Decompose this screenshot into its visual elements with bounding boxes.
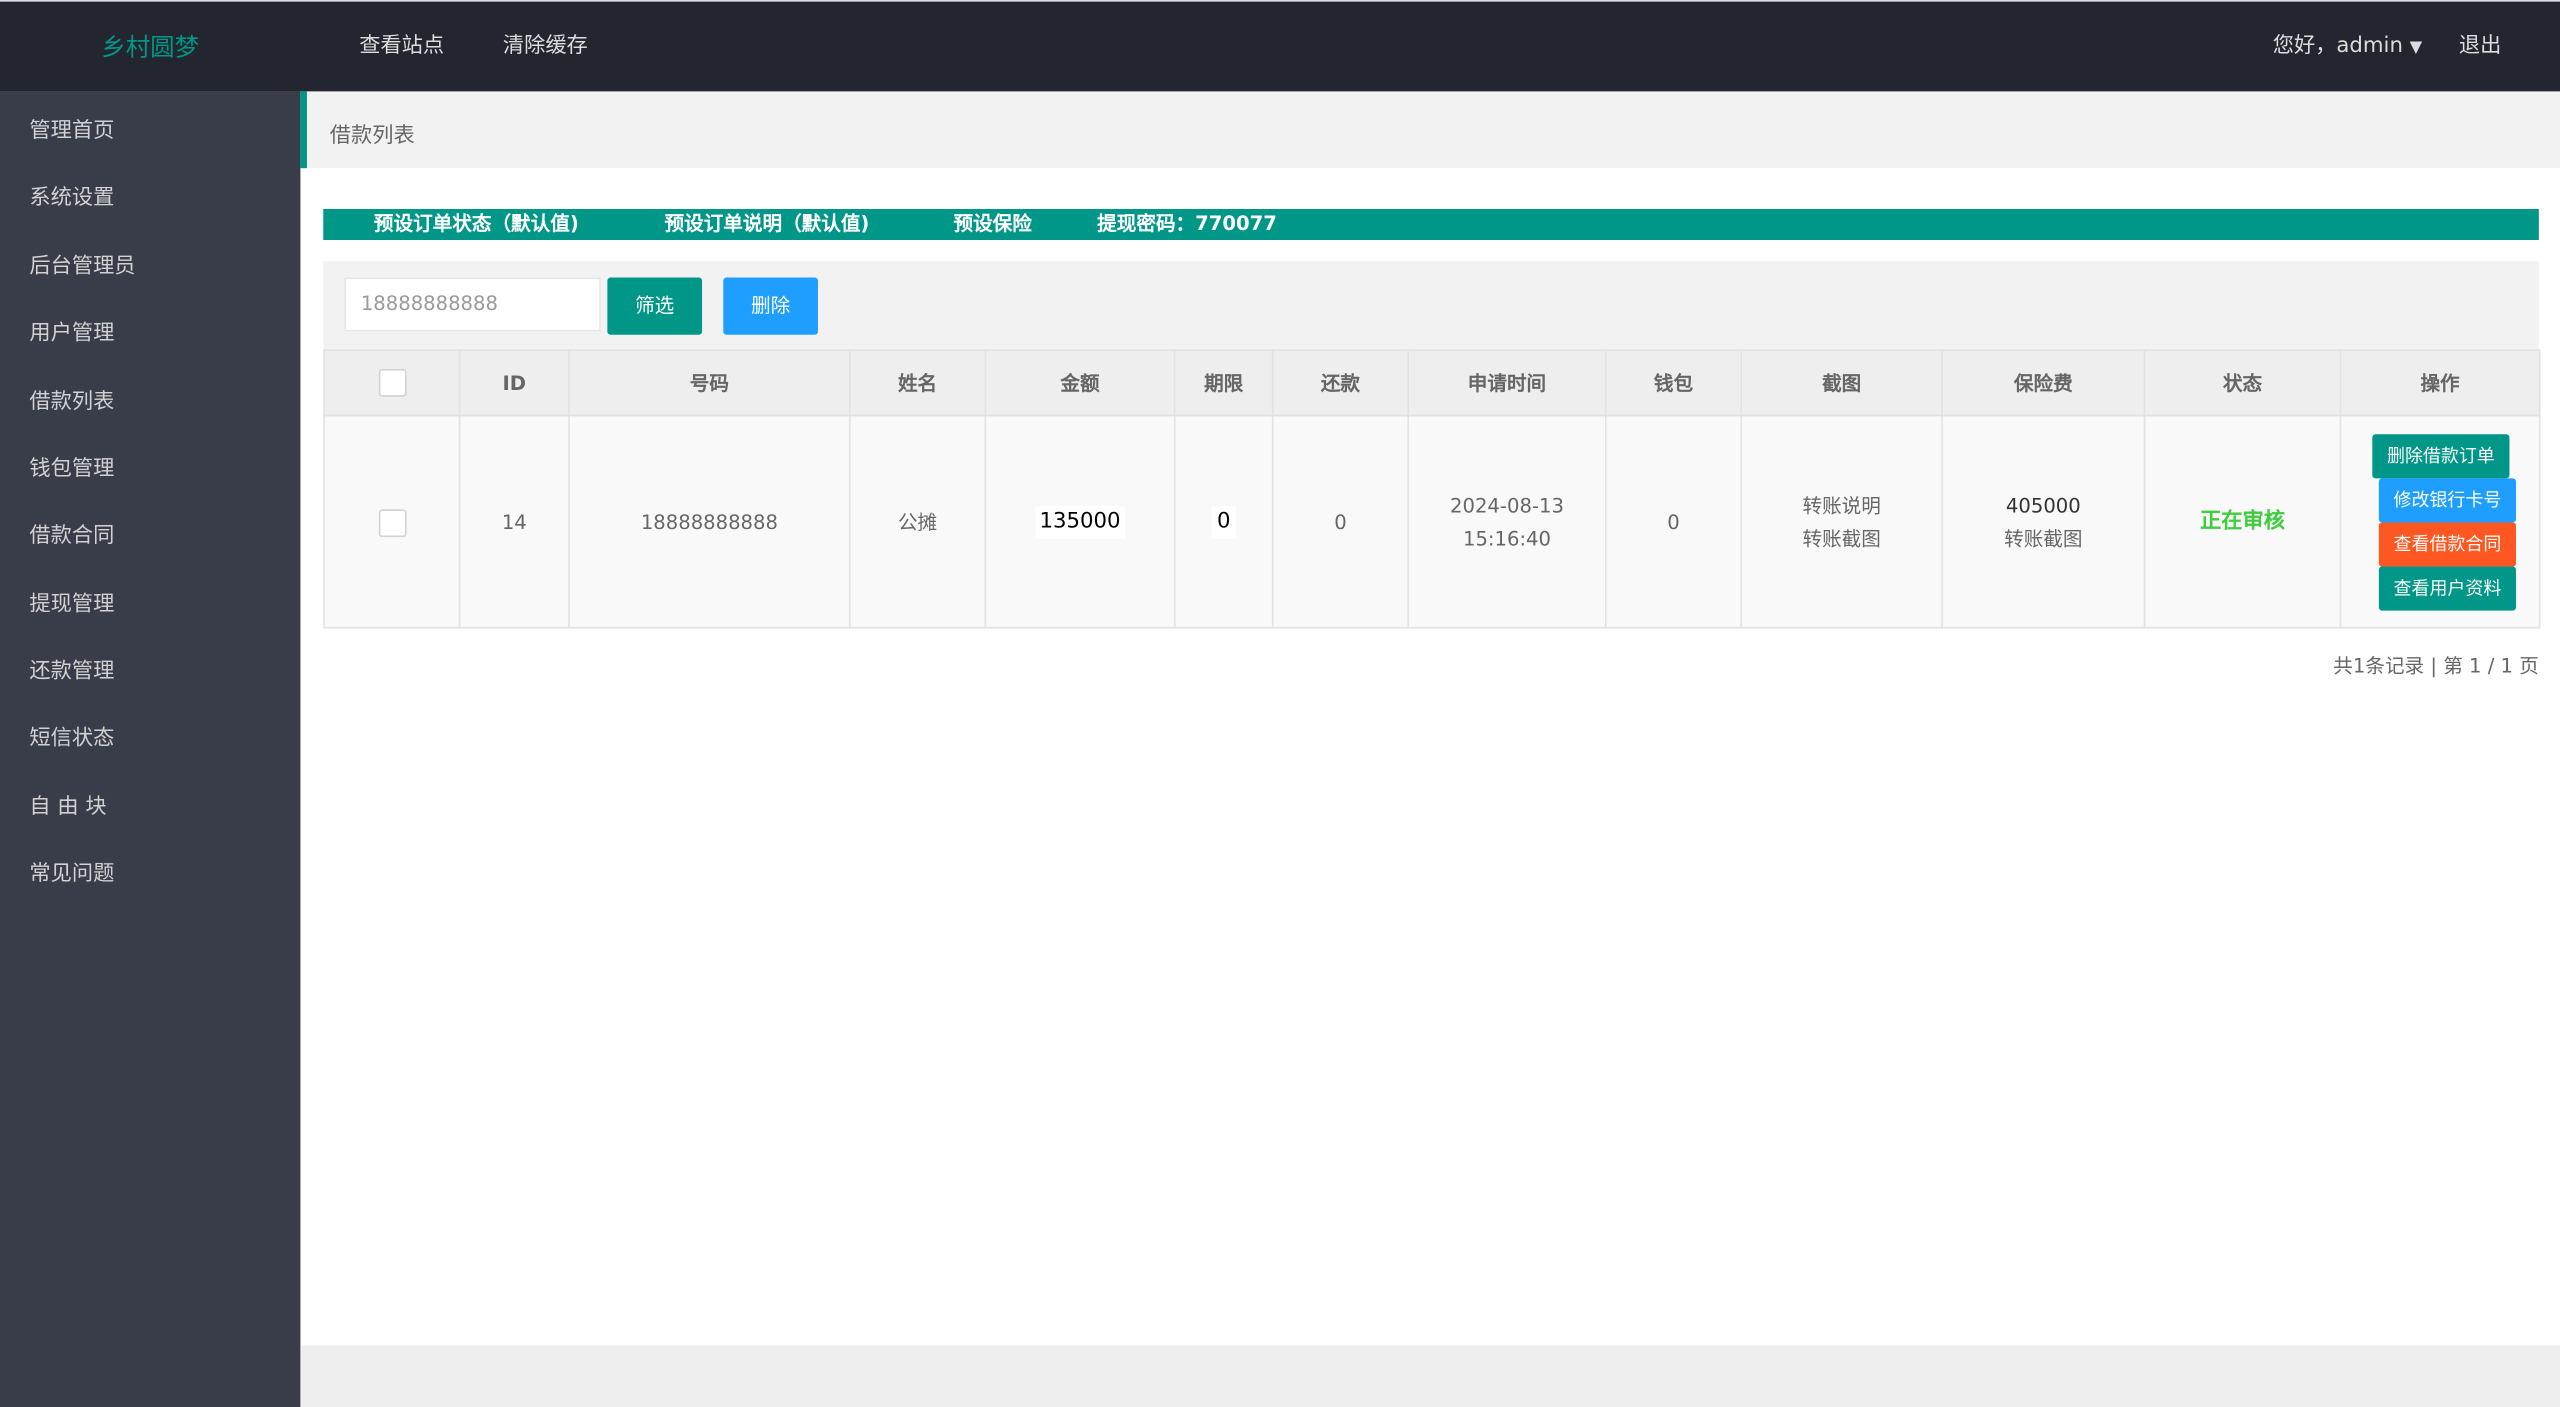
caret-down-icon: ▼ [2409,39,2423,58]
select-all-checkbox[interactable] [377,368,406,397]
transfer-screenshot-link[interactable]: 转账截图 [1744,522,1940,555]
cell-apply-time: 2024-08-13 15:16:40 [1407,414,1607,629]
col-actions: 操作 [2339,349,2541,417]
filter-bar: 18888888888 筛选 删除 [323,261,2539,350]
edit-bank-card-button[interactable]: 修改银行卡号 [2378,477,2516,522]
col-wallet: 钱包 [1604,349,1743,417]
logout-link[interactable]: 退出 [2459,2,2501,93]
top-header: 乡村圆梦 查看站点 清除缓存 您好，admin ▼ 退出 [0,0,2560,93]
table-header-row: ID 号码 姓名 金额 期限 还款 申请时间 钱包 截图 保险费 状态 操作 [323,349,2541,417]
logo[interactable]: 乡村圆梦 [0,2,300,93]
cell-phone: 18888888888 [568,414,851,629]
pagination-info: 共1条记录 | 第 1 / 1 页 [2333,654,2539,678]
preset-insurance-link[interactable]: 预设保险 [953,209,1031,240]
amount-input[interactable]: 135000 [1034,506,1126,539]
sidebar: 管理首页 系统设置 后台管理员 用户管理 借款列表 钱包管理 借款合同 提现管理… [0,91,301,1407]
delete-button[interactable]: 删除 [723,277,818,335]
loan-table: ID 号码 姓名 金额 期限 还款 申请时间 钱包 截图 保险费 状态 操作 1… [323,349,2541,629]
sidebar-item-free-block[interactable]: 自 由 块 [29,789,106,819]
breadcrumb: 借款列表 [300,91,2560,169]
view-user-profile-button[interactable]: 查看用户资料 [2378,565,2516,610]
col-name: 姓名 [849,349,987,417]
cell-name: 公摊 [849,414,987,629]
preset-order-desc-link[interactable]: 预设订单说明（默认值) [665,209,870,240]
view-site-link[interactable]: 查看站点 [359,2,444,93]
col-term: 期限 [1173,349,1274,417]
clear-cache-link[interactable]: 清除缓存 [503,2,588,93]
user-menu[interactable]: 您好，admin ▼ [2273,2,2423,95]
greeting: 您好，admin [2272,34,2403,59]
insurance-fee: 405000 [2005,493,2081,517]
col-insurance: 保险费 [1941,349,2146,417]
cell-term: 0 [1173,414,1274,629]
col-status: 状态 [2143,349,2342,417]
cell-wallet: 0 [1604,414,1743,629]
term-input[interactable]: 0 [1212,506,1236,539]
cell-screenshot: 转账说明 转账截图 [1740,414,1943,629]
select-all-cell [323,349,461,417]
col-amount: 金额 [984,349,1176,417]
sidebar-item-repayments[interactable]: 还款管理 [29,653,114,684]
col-repay: 还款 [1271,349,1410,417]
view-loan-contract-button[interactable]: 查看借款合同 [2378,521,2516,566]
sidebar-item-contracts[interactable]: 借款合同 [29,518,114,548]
col-apply-time: 申请时间 [1407,349,1607,417]
col-screenshot: 截图 [1740,349,1943,417]
status-badge: 正在审核 [2200,509,2285,534]
sidebar-item-sms[interactable]: 短信状态 [29,720,114,751]
cell-amount: 135000 [984,414,1176,629]
row-select-cell [323,414,461,629]
insurance-screenshot-link[interactable]: 转账截图 [1945,522,2143,555]
col-id: ID [458,349,570,417]
search-input[interactable]: 18888888888 [344,277,601,332]
apply-date: 2024-08-13 [1450,493,1564,517]
cell-id: 14 [458,414,570,629]
table-row: 14 18888888888 公摊 135000 0 0 2024-08-13 1… [323,414,2541,629]
breadcrumb-current: 借款列表 [329,124,415,149]
footer [300,1345,2560,1407]
sidebar-item-faq[interactable]: 常见问题 [29,856,114,886]
delete-loan-order-button[interactable]: 删除借款订单 [2372,433,2510,478]
preset-order-status-link[interactable]: 预设订单状态（默认值) [374,209,579,240]
sidebar-item-withdrawals[interactable]: 提现管理 [29,586,114,617]
sidebar-item-wallets[interactable]: 钱包管理 [29,451,114,481]
preset-toolbar: 预设订单状态（默认值) 预设订单说明（默认值) 预设保险 提现密码：770077 [323,208,2539,241]
sidebar-item-users[interactable]: 用户管理 [29,315,114,346]
apply-time: 15:16:40 [1462,526,1551,550]
cell-actions: 删除借款订单 修改银行卡号 查看借款合同 查看用户资料 [2339,414,2541,629]
cell-status: 正在审核 [2143,414,2342,629]
filter-button[interactable]: 筛选 [607,277,703,335]
withdraw-password[interactable]: 提现密码：770077 [1097,209,1277,240]
sidebar-item-settings[interactable]: 系统设置 [29,180,114,210]
sidebar-item-home[interactable]: 管理首页 [29,113,114,143]
row-checkbox[interactable] [377,508,406,537]
cell-repay: 0 [1271,414,1410,629]
col-phone: 号码 [568,349,851,417]
transfer-note-link[interactable]: 转账说明 [1744,489,1940,522]
cell-insurance: 405000 转账截图 [1941,414,2146,629]
sidebar-item-admins[interactable]: 后台管理员 [29,248,135,279]
sidebar-item-loans[interactable]: 借款列表 [29,384,114,414]
